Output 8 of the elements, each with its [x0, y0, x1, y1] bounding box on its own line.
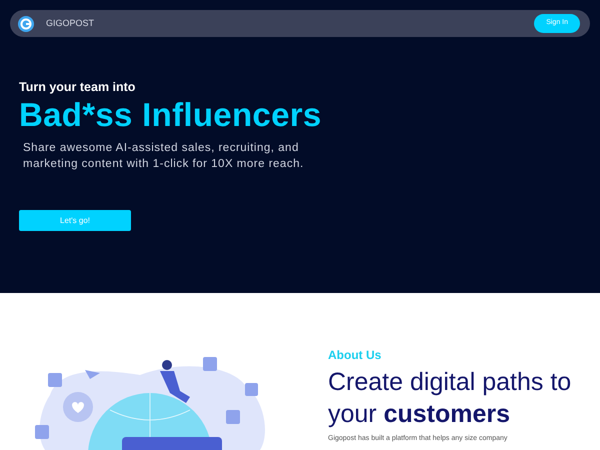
logo-icon	[18, 16, 34, 32]
section-heading: Create digital paths to your customers	[328, 367, 572, 430]
hero-kicker: Turn your team into	[19, 79, 136, 95]
brand-name: GIGOPOST	[46, 16, 94, 30]
lets-go-button[interactable]: Let's go!	[19, 210, 131, 231]
section-label: About Us	[328, 348, 382, 362]
hero-subtitle: Share awesome AI-assisted sales, recruiting, and marketing content with 1-click for 10X more reach.	[23, 141, 305, 172]
hero-title: Bad*ss Influencers	[19, 95, 323, 135]
